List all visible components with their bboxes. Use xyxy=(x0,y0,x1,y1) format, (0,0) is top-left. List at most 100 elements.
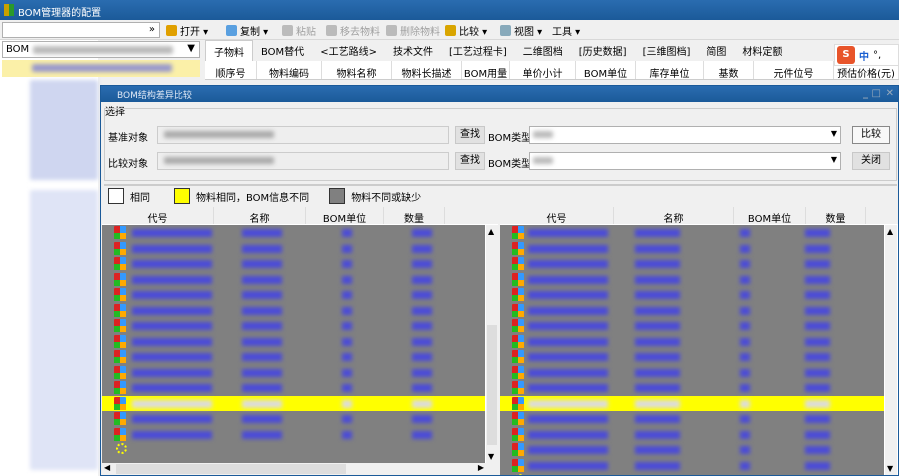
tab-3d-drawings[interactable]: [三维图档] xyxy=(635,40,699,61)
table-cell xyxy=(132,306,212,315)
copy-button[interactable]: 复制 ▾ xyxy=(226,23,268,38)
tab-2d-drawings[interactable]: 二维图档 xyxy=(515,40,571,61)
table-cell xyxy=(342,430,352,439)
copy-icon xyxy=(226,25,237,36)
vertical-scrollbar[interactable]: ▲ ▼ xyxy=(885,225,897,475)
table-row[interactable] xyxy=(500,365,884,381)
legend-swatch-same xyxy=(108,188,124,204)
base-bom-type-select[interactable]: ▼ xyxy=(529,126,841,144)
table-row[interactable] xyxy=(500,241,884,257)
tree-children[interactable] xyxy=(30,190,98,470)
material-icon xyxy=(114,396,126,410)
new-row[interactable] xyxy=(102,442,485,458)
close-dialog-button[interactable]: 关闭 xyxy=(852,152,890,170)
remove-material-button[interactable]: 移去物料 xyxy=(326,23,380,38)
table-row[interactable] xyxy=(102,365,485,381)
material-icon xyxy=(512,427,524,441)
base-find-button[interactable]: 查找 xyxy=(455,126,485,144)
table-row[interactable] xyxy=(102,334,485,350)
tab-sketch[interactable]: 简图 xyxy=(698,40,734,61)
bom-type-label: BOM类型 xyxy=(488,159,532,170)
table-row[interactable] xyxy=(500,395,884,411)
tab-history[interactable]: [历史数据] xyxy=(571,40,635,61)
table-cell xyxy=(342,275,352,284)
table-row[interactable] xyxy=(500,272,884,288)
table-row[interactable] xyxy=(500,442,884,458)
table-row[interactable] xyxy=(102,272,485,288)
compare-object-field[interactable] xyxy=(157,152,449,170)
material-icon xyxy=(114,241,126,255)
compare-find-button[interactable]: 查找 xyxy=(455,152,485,170)
table-row[interactable] xyxy=(102,411,485,427)
compare-run-button[interactable]: 比较 xyxy=(852,126,890,144)
ime-indicator[interactable]: S 中 °, xyxy=(834,44,899,66)
open-button[interactable]: 打开 ▾ xyxy=(166,23,208,38)
vertical-scrollbar[interactable]: ▲ ▼ xyxy=(486,225,498,463)
tab-process-card[interactable]: [工艺过程卡] xyxy=(441,40,515,61)
tools-button[interactable]: 工具 ▾ xyxy=(552,23,580,38)
table-cell xyxy=(242,368,282,377)
table-row[interactable] xyxy=(500,318,884,334)
grid-body xyxy=(500,225,884,475)
table-cell xyxy=(528,384,608,392)
table-row[interactable] xyxy=(102,287,485,303)
tab-child-materials[interactable]: 子物料 xyxy=(205,40,253,61)
table-row[interactable] xyxy=(500,458,884,474)
new-row[interactable] xyxy=(500,473,884,475)
tab-routing[interactable]: <工艺路线> xyxy=(312,40,385,61)
object-combo[interactable]: » xyxy=(2,22,160,38)
table-row[interactable] xyxy=(500,334,884,350)
bom-selector[interactable]: BOM ▼ xyxy=(2,41,200,58)
table-cell xyxy=(740,368,750,377)
delete-material-button[interactable]: 删除物料 xyxy=(386,23,440,38)
horizontal-scrollbar[interactable]: ◀ ▶ xyxy=(102,463,498,475)
compare-button[interactable]: 比较 ▾ xyxy=(445,23,487,38)
paste-button[interactable]: 粘贴 xyxy=(282,23,316,38)
table-row[interactable] xyxy=(500,256,884,272)
base-object-field[interactable] xyxy=(157,126,449,144)
minimize-button[interactable]: _ xyxy=(863,88,868,99)
table-cell xyxy=(242,399,282,408)
maximize-button[interactable]: □ xyxy=(872,88,881,99)
table-row[interactable] xyxy=(500,287,884,303)
material-icon xyxy=(114,272,126,286)
tab-bom-substitute[interactable]: BOM替代 xyxy=(253,40,312,61)
table-cell xyxy=(132,399,212,408)
material-icon xyxy=(512,458,524,472)
table-row[interactable] xyxy=(102,427,485,443)
table-row[interactable] xyxy=(500,380,884,396)
view-button[interactable]: 视图 ▾ xyxy=(500,23,542,38)
tree-children[interactable] xyxy=(30,80,98,180)
tab-tech-docs[interactable]: 技术文件 xyxy=(385,40,441,61)
table-cell xyxy=(528,306,608,315)
table-cell xyxy=(635,229,680,237)
compare-bom-type-select[interactable]: ▼ xyxy=(529,152,841,170)
table-cell xyxy=(132,430,212,439)
table-row[interactable] xyxy=(500,349,884,365)
table-cell xyxy=(242,275,282,284)
grid-header: 代号 名称 BOM单位 数量 xyxy=(500,207,898,225)
table-cell xyxy=(412,260,432,268)
table-cell xyxy=(805,461,830,470)
table-row[interactable] xyxy=(102,380,485,396)
table-row[interactable] xyxy=(102,241,485,257)
table-cell xyxy=(342,322,352,330)
table-row[interactable] xyxy=(500,225,884,241)
table-row[interactable] xyxy=(500,427,884,443)
table-row[interactable] xyxy=(102,256,485,272)
table-row[interactable] xyxy=(500,303,884,319)
material-icon xyxy=(114,319,126,332)
table-cell xyxy=(635,384,680,392)
tab-material-quota[interactable]: 材料定额 xyxy=(734,40,790,61)
close-window-button[interactable]: ✕ xyxy=(886,88,894,99)
table-row[interactable] xyxy=(500,411,884,427)
material-icon xyxy=(114,381,126,394)
table-row[interactable] xyxy=(102,318,485,334)
table-row[interactable] xyxy=(102,303,485,319)
tree-root-node[interactable] xyxy=(2,60,200,77)
table-row[interactable] xyxy=(102,395,485,411)
table-row[interactable] xyxy=(102,225,485,241)
table-cell xyxy=(528,399,608,408)
table-row[interactable] xyxy=(102,349,485,365)
table-cell xyxy=(132,337,212,346)
